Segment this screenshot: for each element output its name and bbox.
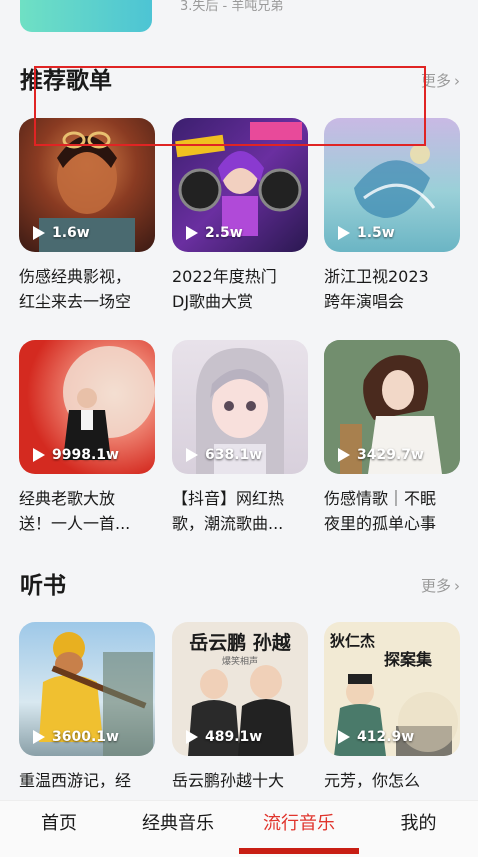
top-partial-item[interactable]: 3.失后 - 羊吨兄弟 [0, 0, 478, 40]
chevron-right-icon: › [454, 577, 460, 595]
play-count: 412.9w [338, 729, 414, 745]
top-item-text: 3.失后 - 羊吨兄弟 [180, 0, 284, 14]
playlist-card[interactable]: 638.1w 【抖音】网红热 歌，潮流歌曲... [172, 340, 308, 536]
audiobook-title: 岳云鹏孙越十大 [172, 771, 285, 790]
play-icon [33, 448, 45, 462]
playlist-card[interactable]: 1.5w 浙江卫视2023 跨年演唱会 [324, 118, 460, 314]
playlist-cover: 638.1w [172, 340, 308, 474]
chevron-right-icon: › [454, 72, 460, 90]
playlist-title: 【抖音】网红热 歌，潮流歌曲... [172, 489, 285, 533]
highlight-box [34, 66, 426, 146]
audiobook-cover: 岳云鹏 孙越 爆笑相声 489.1w [172, 622, 308, 756]
play-icon [33, 730, 45, 744]
audiobook-cover: 狄仁杰 探案集 412.9w [324, 622, 460, 756]
tab-home[interactable]: 首页 [0, 801, 118, 851]
play-icon [338, 226, 350, 240]
play-count: 3429.7w [338, 447, 424, 463]
play-count: 3600.1w [33, 729, 119, 745]
section-header-audiobooks: 听书 更多 › [20, 569, 460, 603]
play-icon [186, 226, 198, 240]
playlist-cover: 3429.7w [324, 340, 460, 474]
play-count: 638.1w [186, 447, 262, 463]
playlist-title: 2022年度热门 DJ歌曲大赏 [172, 267, 277, 311]
audiobook-card[interactable]: 岳云鹏 孙越 爆笑相声 489.1w 岳云鹏孙越十大 [172, 622, 308, 793]
play-count: 9998.1w [33, 447, 119, 463]
audiobook-card[interactable]: 3600.1w 重温西游记，经 [19, 622, 155, 793]
play-icon [33, 226, 45, 240]
playlist-card[interactable]: 1.6w 伤感经典影视， 红尘来去一场空 [19, 118, 155, 314]
playlist-card[interactable]: 3429.7w 伤感情歌｜不眠 夜里的孤单心事 [324, 340, 460, 536]
play-icon [186, 730, 198, 744]
playlist-title: 浙江卫视2023 跨年演唱会 [324, 267, 429, 311]
audiobook-title: 元芳，你怎么 [324, 771, 421, 790]
playlist-title: 伤感情歌｜不眠 夜里的孤单心事 [324, 489, 437, 533]
more-link[interactable]: 更多 › [421, 569, 460, 603]
more-label: 更多 [420, 577, 451, 595]
active-tab-indicator [239, 848, 359, 854]
section-title: 听书 [20, 573, 66, 599]
audiobook-card[interactable]: 狄仁杰 探案集 412.9w 元芳，你怎么 [324, 622, 460, 793]
playlist-card[interactable]: 9998.1w 经典老歌大放 送！一人一首... [19, 340, 155, 536]
playlist-card[interactable]: 2.5w 2022年度热门 DJ歌曲大赏 [172, 118, 308, 314]
play-count: 2.5w [186, 225, 243, 241]
play-icon [186, 448, 198, 462]
tab-classic-music[interactable]: 经典音乐 [118, 801, 238, 851]
playlist-cover: 9998.1w [19, 340, 155, 474]
play-icon [338, 730, 350, 744]
playlist-title: 经典老歌大放 送！一人一首... [19, 489, 131, 533]
play-icon [338, 448, 350, 462]
playlist-title: 伤感经典影视， 红尘来去一场空 [19, 267, 132, 311]
audiobook-cover: 3600.1w [19, 622, 155, 756]
tab-mine[interactable]: 我的 [359, 801, 478, 851]
more-link[interactable]: 更多 › [421, 64, 460, 98]
play-count: 1.5w [338, 225, 395, 241]
play-count: 1.6w [33, 225, 90, 241]
tab-pop-music[interactable]: 流行音乐 [239, 801, 359, 851]
audiobook-title: 重温西游记，经 [19, 771, 132, 790]
play-count: 489.1w [186, 729, 262, 745]
top-item-cover [20, 0, 152, 32]
